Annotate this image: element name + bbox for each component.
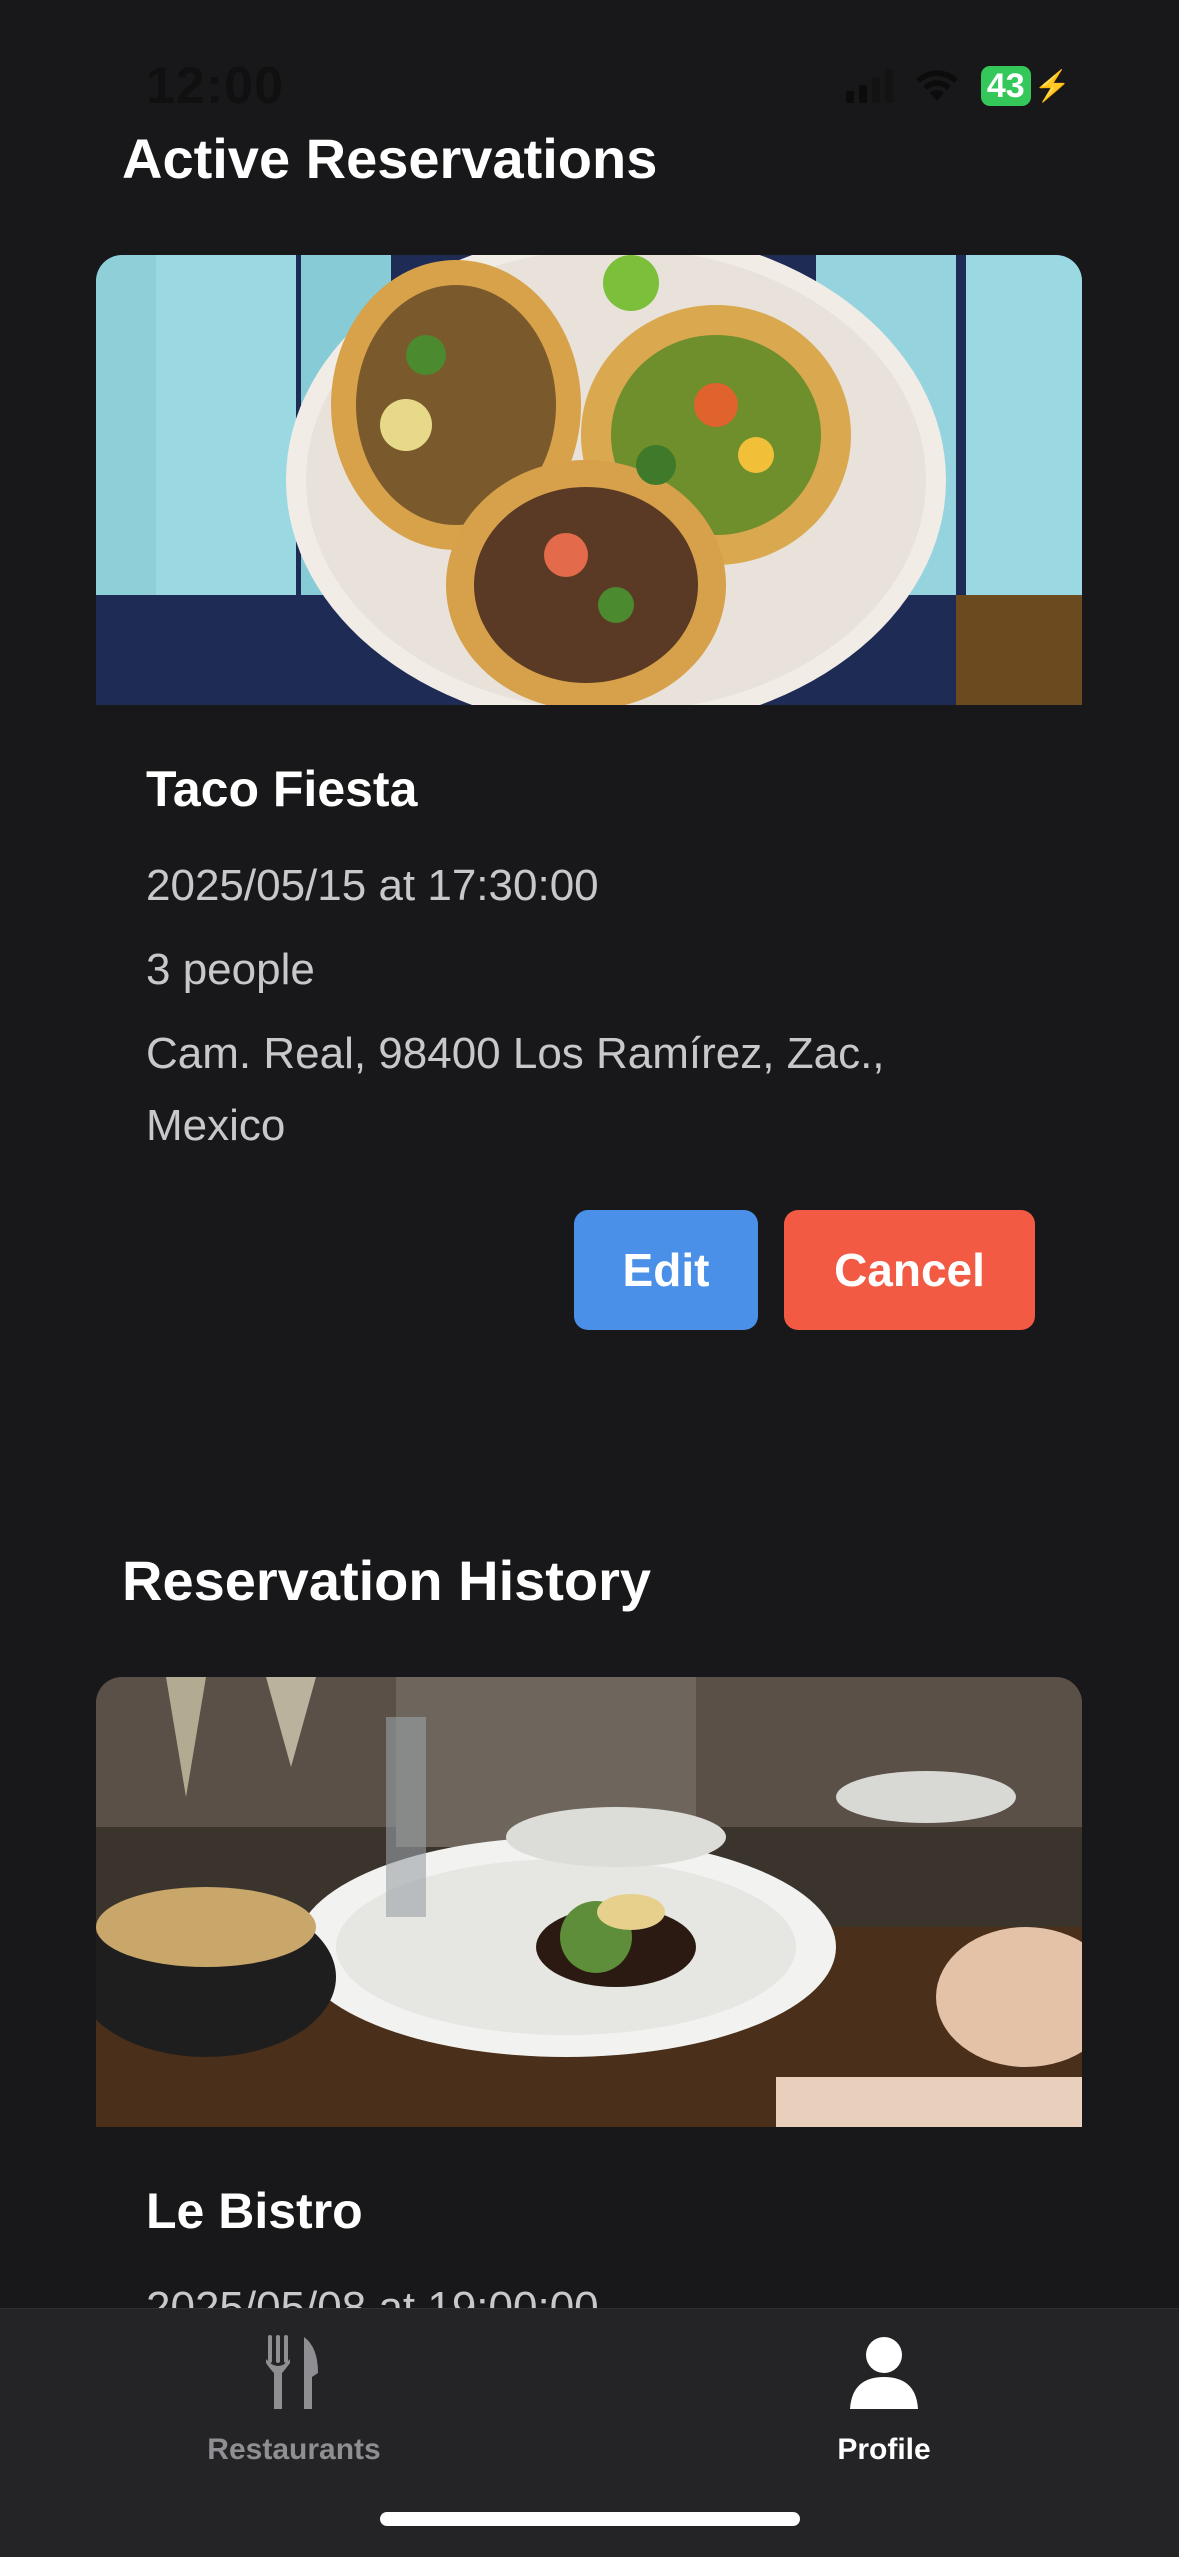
tab-restaurants-label: Restaurants: [207, 2433, 381, 2466]
reservation-history-title: Reservation History: [122, 1549, 652, 1612]
active-reservation-party-size: 3 people: [146, 945, 315, 994]
tab-profile-label: Profile: [837, 2433, 931, 2466]
le-bistro-image: [96, 1677, 1082, 2127]
cellular-signal-icon: [845, 69, 893, 103]
tab-profile[interactable]: Profile: [734, 2329, 1034, 2479]
active-reservations-title: Active Reservations: [122, 127, 658, 190]
status-time: 12:00: [146, 57, 284, 115]
active-restaurant-name: Taco Fiesta: [146, 761, 418, 817]
battery-level: 43: [980, 66, 1031, 106]
cancel-reservation-button[interactable]: Cancel: [784, 1210, 1035, 1330]
person-icon: [850, 2337, 918, 2409]
status-icons: 43 ⚡: [845, 66, 1071, 106]
active-reservation-address: Cam. Real, 98400 Los Ramírez, Zac., Mexi…: [146, 1029, 885, 1150]
edit-reservation-button[interactable]: Edit: [574, 1210, 758, 1330]
taco-fiesta-image: [96, 255, 1082, 705]
active-reservation-datetime: 2025/05/15 at 17:30:00: [146, 861, 599, 910]
tab-restaurants[interactable]: Restaurants: [144, 2329, 444, 2479]
history-restaurant-name: Le Bistro: [146, 2183, 363, 2239]
fork-knife-icon: [266, 2335, 318, 2409]
battery-indicator: 43 ⚡: [980, 66, 1071, 106]
wifi-icon: [915, 70, 958, 101]
home-indicator: [380, 2512, 800, 2526]
charging-bolt-icon: ⚡: [1033, 69, 1071, 103]
